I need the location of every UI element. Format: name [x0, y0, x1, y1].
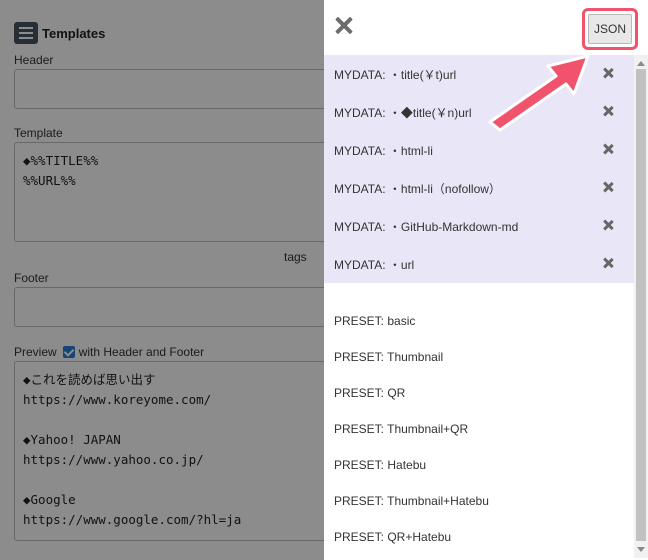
delete-icon[interactable]: [602, 181, 614, 193]
json-button[interactable]: JSON: [588, 14, 632, 44]
list-item-label: MYDATA: ・html-li（nofollow）: [334, 181, 501, 196]
list-item[interactable]: PRESET: Hatebu: [324, 447, 634, 483]
delete-icon[interactable]: [602, 67, 614, 79]
close-icon[interactable]: [332, 14, 356, 38]
list-item[interactable]: MYDATA: ・◆title(￥n)url: [324, 93, 634, 131]
list-item[interactable]: MYDATA: ・html-li: [324, 131, 634, 169]
preset-group: PRESET: basic PRESET: Thumbnail PRESET: …: [324, 303, 634, 555]
scroll-up-icon[interactable]: [637, 61, 645, 66]
delete-icon[interactable]: [602, 105, 614, 117]
list-item[interactable]: PRESET: basic: [324, 303, 634, 339]
mydata-group: MYDATA: ・title(￥t)url MYDATA: ・◆title(￥n…: [324, 55, 634, 283]
list-item[interactable]: PRESET: QR: [324, 375, 634, 411]
list-item[interactable]: PRESET: Thumbnail: [324, 339, 634, 375]
list-item-label: MYDATA: ・title(￥t)url: [334, 67, 457, 82]
delete-icon[interactable]: [602, 219, 614, 231]
list-item[interactable]: PRESET: Thumbnail+Hatebu: [324, 483, 634, 519]
template-panel: JSON MYDATA: ・title(￥t)url MYDATA: ・◆tit…: [324, 0, 648, 560]
list-item-label: MYDATA: ・url: [334, 257, 415, 272]
delete-icon[interactable]: [602, 257, 614, 269]
json-button-highlight: JSON: [582, 8, 638, 50]
list-item[interactable]: PRESET: QR+Hatebu: [324, 519, 634, 555]
list-item[interactable]: MYDATA: ・title(￥t)url: [324, 55, 634, 93]
list-item[interactable]: MYDATA: ・html-li（nofollow）: [324, 169, 634, 207]
list-item-label: MYDATA: ・◆title(￥n)url: [334, 105, 472, 120]
list-item-label: MYDATA: ・GitHub-Markdown-md: [334, 219, 519, 234]
delete-icon[interactable]: [602, 143, 614, 155]
scrollbar[interactable]: [634, 55, 648, 558]
scrollbar-thumb[interactable]: [636, 69, 646, 541]
template-list: MYDATA: ・title(￥t)url MYDATA: ・◆title(￥n…: [324, 55, 634, 558]
list-item[interactable]: PRESET: Thumbnail+QR: [324, 411, 634, 447]
list-item-label: MYDATA: ・html-li: [334, 143, 433, 158]
list-item[interactable]: MYDATA: ・GitHub-Markdown-md: [324, 207, 634, 245]
list-item[interactable]: MYDATA: ・url: [324, 245, 634, 283]
scroll-down-icon[interactable]: [637, 547, 645, 552]
